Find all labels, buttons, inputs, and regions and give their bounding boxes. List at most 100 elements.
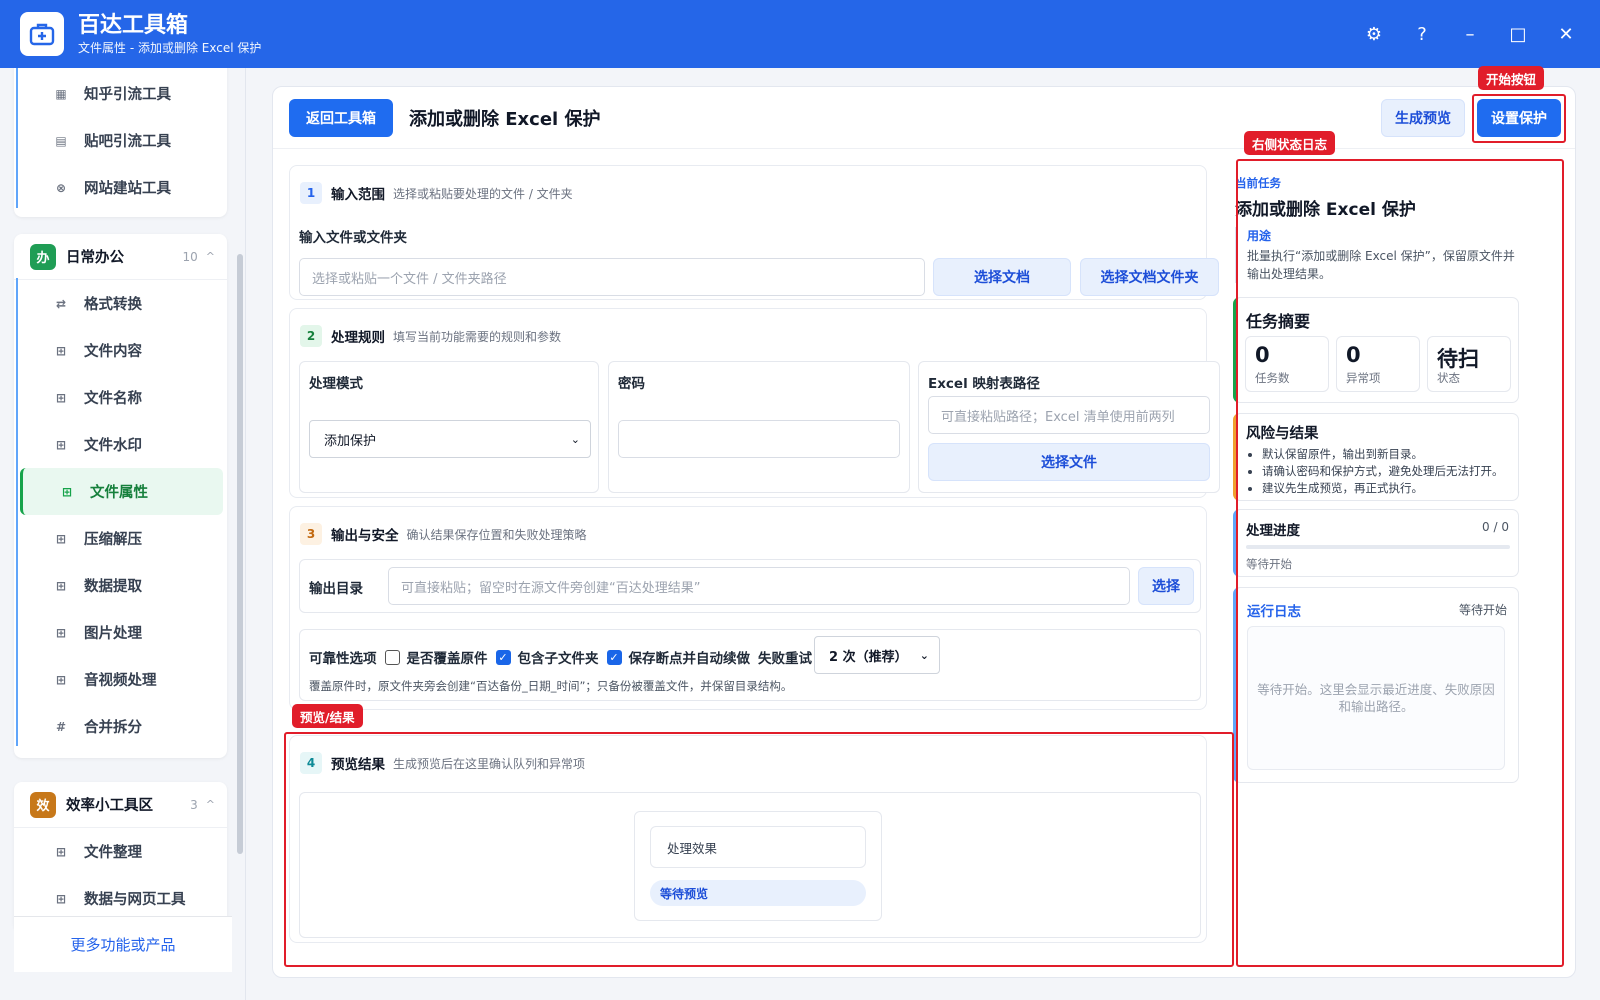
progress-card: 处理进度 0 / 0 等待开始 (1233, 509, 1519, 577)
collapse-caret-icon[interactable]: ^ (206, 798, 215, 811)
choose-folder-button[interactable]: 选择文档文件夹 (1080, 258, 1219, 296)
subfolder-checkbox[interactable]: ✓ (495, 649, 511, 665)
sidebar-item-label: 文件整理 (84, 845, 142, 861)
risk-card: 风险与结果 默认保留原件，输出到新目录。 请确认密码和保护方式，避免处理后无法打… (1233, 413, 1519, 501)
overwrite-checkbox[interactable] (384, 649, 400, 665)
resume-checkbox[interactable]: ✓ (606, 649, 622, 665)
sidebar-item-label: 图片处理 (84, 626, 142, 642)
mode-select[interactable]: 添加保护 ⌄ (309, 420, 591, 458)
more-products-link[interactable]: 更多功能或产品 (14, 916, 232, 972)
sidebar: ▦ 知乎引流工具 ▤ 贴吧引流工具 ⊗ 网站建站工具 办 日常办公 10 ^ ⇄… (0, 68, 246, 1000)
section-title: 输入范围 (331, 187, 385, 203)
group-accent-line (16, 278, 18, 746)
grid-icon: ⊞ (55, 437, 67, 452)
section-title: 处理规则 (331, 330, 385, 346)
retry-select-value: 2 次（推荐） (829, 649, 908, 665)
sidebar-scroll-thumb[interactable] (237, 254, 243, 854)
task-title: 添加或删除 Excel 保护 (1235, 200, 1416, 220)
sidebar-item-data-web[interactable]: ⊞ 数据与网页工具 (14, 875, 227, 922)
section-title: 预览结果 (331, 757, 385, 773)
sidebar-item-website[interactable]: ⊗ 网站建站工具 (14, 164, 227, 211)
sidebar-item-image[interactable]: ⊞ 图片处理 (14, 609, 227, 656)
grid-icon: ⊞ (55, 891, 67, 906)
risk-list: 默认保留原件，输出到新目录。 请确认密码和保护方式，避免处理后无法打开。 建议先… (1262, 446, 1504, 497)
choose-document-button[interactable]: 选择文档 (933, 258, 1071, 296)
group-header-daily-office[interactable]: 办 日常办公 10 ^ (14, 234, 227, 280)
app-name: 百达工具箱 (78, 13, 189, 38)
status-panel: 当前任务 添加或删除 Excel 保护 用途 批量执行“添加或删除 Excel … (1217, 157, 1539, 947)
back-to-toolbox-button[interactable]: 返回工具箱 (289, 99, 393, 137)
group-title: 效率小工具区 (66, 798, 153, 814)
progress-bar (1246, 545, 1510, 549)
grid-icon: ⊞ (55, 343, 67, 358)
collapse-caret-icon[interactable]: ^ (206, 250, 215, 263)
input-path-field[interactable]: 选择或粘贴一个文件 / 文件夹路径 (299, 258, 925, 296)
help-icon[interactable]: ? (1398, 10, 1446, 58)
progress-title: 处理进度 (1246, 523, 1300, 539)
sidebar-item-file-properties[interactable]: ⊞ 文件属性 (20, 468, 223, 515)
risk-title: 风险与结果 (1246, 426, 1319, 442)
mapping-path-field[interactable]: 可直接粘贴路径；Excel 清单使用前两列 (928, 396, 1210, 434)
output-dir-field[interactable]: 可直接粘贴；留空时在源文件旁创建“百达处理结果” (388, 567, 1130, 605)
sidebar-item-label: 文件内容 (84, 344, 142, 360)
password-field[interactable] (618, 420, 900, 458)
resume-label: 保存断点并自动续做 (628, 651, 751, 667)
sidebar-item-label: 音视频处理 (84, 673, 157, 689)
section-preview: 4 预览结果 生成预览后在这里确认队列和异常项 处理效果 等待预览 (289, 735, 1207, 943)
retry-select[interactable]: 2 次（推荐） ⌄ (814, 636, 940, 674)
group-count: 3 (190, 797, 198, 812)
settings-gear-icon[interactable]: ⚙ (1350, 10, 1398, 58)
chevron-down-icon: ⌄ (570, 432, 580, 446)
grid-icon: ⊞ (55, 672, 67, 687)
section-rules: 2 处理规则 填写当前功能需要的规则和参数 处理模式 添加保护 ⌄ 密码 Exc… (289, 308, 1220, 498)
main-panel: 返回工具箱 添加或删除 Excel 保护 生成预览 设置保护 1 输入范围 选择… (272, 86, 1576, 978)
group-header-efficiency[interactable]: 效 效率小工具区 3 ^ (14, 782, 227, 828)
sidebar-item-tieba[interactable]: ▤ 贴吧引流工具 (14, 117, 227, 164)
group-badge: 效 (30, 791, 56, 818)
sidebar-scrollbar[interactable] (236, 68, 244, 918)
toolbox-logo-icon (20, 12, 64, 56)
sidebar-item-format-convert[interactable]: ⇄ 格式转换 (14, 280, 227, 327)
step-badge: 2 (300, 325, 322, 347)
sidebar-item-compress[interactable]: ⊞ 压缩解压 (14, 515, 227, 562)
sidebar-item-merge-split[interactable]: # 合并拆分 (14, 703, 227, 750)
sidebar-item-file-content[interactable]: ⊞ 文件内容 (14, 327, 227, 374)
sidebar-item-label: 贴吧引流工具 (84, 134, 171, 150)
section-output: 3 输出与安全 确认结果保存位置和失败处理策略 输出目录 可直接粘贴；留空时在源… (289, 506, 1207, 710)
set-protection-button[interactable]: 设置保护 (1477, 99, 1561, 137)
choose-mapping-file-button[interactable]: 选择文件 (928, 443, 1210, 481)
sidebar-item-zhihu[interactable]: ▦ 知乎引流工具 (14, 70, 227, 117)
step-badge: 1 (300, 182, 322, 204)
grid-icon: ⊞ (61, 484, 73, 499)
page-toolbar: 返回工具箱 添加或删除 Excel 保护 生成预览 设置保护 (273, 87, 1575, 149)
sidebar-item-file-organize[interactable]: ⊞ 文件整理 (14, 828, 227, 875)
reliability-options: 可靠性选项 是否覆盖原件 ✓ 包含子文件夹 ✓ 保存断点并自动续做 失败重试 2… (299, 629, 1201, 701)
stat-error-count: 0 异常项 (1336, 336, 1420, 392)
sidebar-item-data-extract[interactable]: ⊞ 数据提取 (14, 562, 227, 609)
mapping-card: Excel 映射表路径 可直接粘贴路径；Excel 清单使用前两列 选择文件 (918, 361, 1220, 493)
close-icon[interactable]: ✕ (1542, 10, 1590, 58)
sidebar-item-file-name[interactable]: ⊞ 文件名称 (14, 374, 227, 421)
usage-label: 用途 (1247, 229, 1272, 243)
sidebar-item-watermark[interactable]: ⊞ 文件水印 (14, 421, 227, 468)
group-badge: 办 (30, 243, 56, 270)
sidebar-item-audio-video[interactable]: ⊞ 音视频处理 (14, 656, 227, 703)
swap-icon: ⇄ (55, 296, 67, 311)
grid-icon: ⊞ (55, 531, 67, 546)
overwrite-note: 覆盖原件时，原文件夹旁会创建“百达备份_日期_时间”；只备份被覆盖文件，并保留目… (309, 679, 793, 693)
sidebar-group-daily-office: 办 日常办公 10 ^ ⇄ 格式转换 ⊞ 文件内容 ⊞ 文件名称 ⊞ 文件水印 ⊞ 文件属… (14, 234, 227, 758)
mode-select-value: 添加保护 (324, 433, 377, 449)
preview-status-pill: 等待预览 (650, 880, 866, 906)
sidebar-item-label: 知乎引流工具 (84, 87, 171, 103)
grid-icon: ⊞ (55, 578, 67, 593)
sidebar-item-label: 合并拆分 (84, 720, 142, 736)
minimize-icon[interactable]: – (1446, 10, 1494, 58)
log-title: 运行日志 (1247, 604, 1301, 620)
page-title: 添加或删除 Excel 保护 (409, 109, 601, 130)
section-desc: 选择或粘贴要处理的文件 / 文件夹 (393, 186, 573, 201)
sidebar-item-label: 数据与网页工具 (84, 892, 186, 908)
maximize-icon[interactable]: □ (1494, 10, 1542, 58)
stat-task-count: 0 任务数 (1245, 336, 1329, 392)
generate-preview-button[interactable]: 生成预览 (1381, 99, 1465, 137)
choose-output-button[interactable]: 选择 (1138, 567, 1194, 605)
